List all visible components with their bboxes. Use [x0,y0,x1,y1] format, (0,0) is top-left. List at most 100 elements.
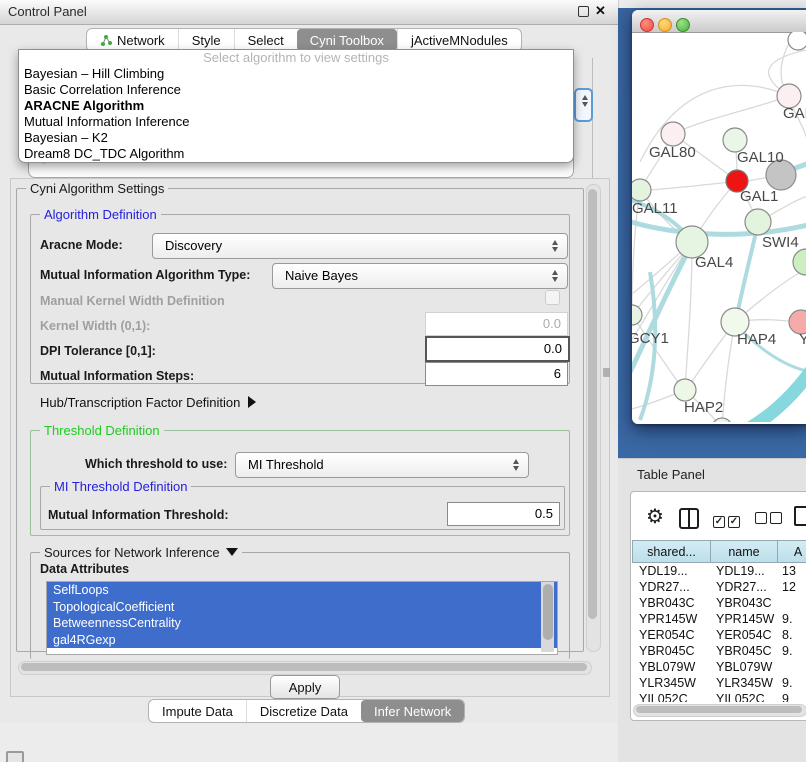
menu-item-bayesian-hill-climbing[interactable]: Bayesian – Hill Climbing [19,66,573,82]
table-row[interactable]: YPR145W YPR145W 9. [632,611,806,627]
node-gal11[interactable] [632,179,651,201]
column-header-shared[interactable]: shared... [632,540,711,563]
table-row[interactable]: YLR345W YLR345W 9. [632,675,806,691]
table-panel: Table Panel ⚙ ✓✓ shared... name A YDL19.… [618,458,806,762]
attributes-vertical-scrollbar[interactable] [541,582,554,652]
table-row[interactable]: YDL19... YDL19... 13 [632,563,806,579]
panel-splitter-grip[interactable] [603,368,610,377]
mi-type-value: Naive Bayes [285,268,358,283]
node-label: GAL1 [740,188,778,205]
table-row[interactable]: YBR045C YBR045C 9. [632,643,806,659]
threshold-definition-title: Threshold Definition [40,423,164,438]
list-item-topologicalcoefficient[interactable]: TopologicalCoefficient [47,599,557,616]
node-label: Y [799,331,806,348]
settings-vertical-scrollbar[interactable] [586,184,601,652]
tab-style[interactable]: Style [178,29,234,51]
combo-arrows-icon [552,269,559,283]
window-close-button[interactable] [640,18,654,32]
list-item-gal4rgexp[interactable]: gal4RGexp [47,632,557,649]
settings-horizontal-scrollbar[interactable] [18,661,592,675]
algorithm-combo-focused-fragment[interactable] [574,88,593,122]
menu-item-dream8[interactable]: Dream8 DC_TDC Algorithm [19,146,573,162]
combo-arrows-icon [513,458,520,472]
node-partial-top[interactable] [788,32,806,50]
network-canvas[interactable]: GAL GAL80 GAL10 GAL1 GAL11 SWI4 GAL4 GCY… [632,32,806,422]
sources-title-row[interactable]: Sources for Network Inference [40,545,242,560]
close-icon[interactable]: ✕ [595,3,606,19]
manual-kernel-checkbox[interactable] [545,290,560,305]
tab-jactivemnodules[interactable]: jActiveMNodules [397,29,521,51]
menu-item-basic-correlation[interactable]: Basic Correlation Inference [19,82,573,98]
table-row[interactable]: YDR27... YDR27... 12 [632,579,806,595]
tab-infer-network[interactable]: Infer Network [361,700,464,722]
table-row[interactable]: YBR043C YBR043C [632,595,806,611]
combo-arrows-icon [582,94,589,108]
list-item-selfloops[interactable]: SelfLoops [47,582,557,599]
tab-network-label: Network [117,33,165,48]
screenshot-root: Control Panel ✕ Network Style Select Cyn… [0,0,806,762]
node-right-green[interactable] [793,249,806,275]
aracne-mode-combo[interactable]: Discovery [152,233,568,259]
node-label: SWI4 [762,234,799,251]
node-gal80[interactable] [661,122,685,146]
which-threshold-label: Which threshold to use: [85,457,227,471]
algorithm-definition-title: Algorithm Definition [40,207,161,222]
tab-cyni-toolbox[interactable]: Cyni Toolbox [297,29,397,51]
kernel-width-input[interactable]: 0.0 [425,312,568,336]
node-swi4[interactable] [745,209,771,235]
mi-steps-label: Mutual Information Steps: [40,369,194,383]
aracne-mode-label: Aracne Mode: [40,238,123,252]
minimized-panel-icon[interactable] [6,751,24,762]
table-horizontal-scrollbar[interactable] [633,704,806,717]
mi-type-combo[interactable]: Naive Bayes [272,263,568,289]
tab-network[interactable]: Network [87,29,178,51]
list-item-betweennesscentrality[interactable]: BetweennessCentrality [47,615,557,632]
menu-item-mutual-information[interactable]: Mutual Information Inference [19,114,573,130]
apply-button[interactable]: Apply [270,675,340,699]
network-window-titlebar[interactable] [632,10,806,33]
table-row[interactable]: YIL052C YIL052C 9 [632,691,806,702]
inference-groupbox-edge [592,58,593,188]
mi-threshold-input[interactable]: 0.5 [447,502,560,526]
window-minimize-button[interactable] [658,18,672,32]
control-panel-title: Control Panel [8,4,87,19]
table-row[interactable]: YER054C YER054C 8. [632,627,806,643]
column-header-clipped[interactable]: A [778,540,806,563]
which-threshold-combo[interactable]: MI Threshold [235,452,529,478]
down-arrow-icon [226,548,238,556]
network-graph: GAL GAL80 GAL10 GAL1 GAL11 SWI4 GAL4 GCY… [632,32,806,422]
node-table: ⚙ ✓✓ shared... name A YDL19... YDL19... … [630,491,806,721]
menu-item-aracne[interactable]: ARACNE Algorithm [19,98,573,114]
gear-icon[interactable]: ⚙ [646,504,664,529]
node-hap2[interactable] [674,379,696,401]
node-label: GAL80 [649,144,696,161]
deselect-all-checks-icon[interactable] [755,511,785,529]
column-header-name[interactable]: name [711,540,778,563]
node-gcy1[interactable] [632,305,642,325]
table-header: shared... name A [632,540,806,563]
mi-steps-input[interactable]: 6 [425,362,568,386]
settings-vscroll-thumb[interactable] [588,189,597,619]
document-icon[interactable] [794,506,806,526]
attributes-vscroll-thumb[interactable] [543,584,553,640]
float-window-icon[interactable] [578,6,589,17]
select-all-checks-icon[interactable]: ✓✓ [713,511,743,529]
menu-item-bayesian-k2[interactable]: Bayesian – K2 [19,130,573,146]
table-hscroll-thumb[interactable] [636,706,802,713]
node-label: GCY1 [632,330,669,347]
tab-discretize-data[interactable]: Discretize Data [246,700,361,722]
settings-hscroll-thumb[interactable] [21,663,587,671]
network-window: GAL GAL80 GAL10 GAL1 GAL11 SWI4 GAL4 GCY… [632,10,806,424]
right-arrow-icon [248,396,256,408]
node-label: GAL4 [695,254,733,271]
table-panel-title: Table Panel [637,467,705,482]
hub-definition-toggle[interactable]: Hub/Transcription Factor Definition [40,395,256,410]
table-row[interactable]: YBL079W YBL079W [632,659,806,675]
dpi-tolerance-input[interactable]: 0.0 [425,336,570,362]
columns-icon[interactable] [679,508,699,529]
tab-impute-data[interactable]: Impute Data [149,700,246,722]
window-zoom-button[interactable] [676,18,690,32]
control-panel-titlebar[interactable]: Control Panel ✕ [0,0,618,25]
tab-select[interactable]: Select [234,29,297,51]
sources-title: Sources for Network Inference [44,545,220,560]
